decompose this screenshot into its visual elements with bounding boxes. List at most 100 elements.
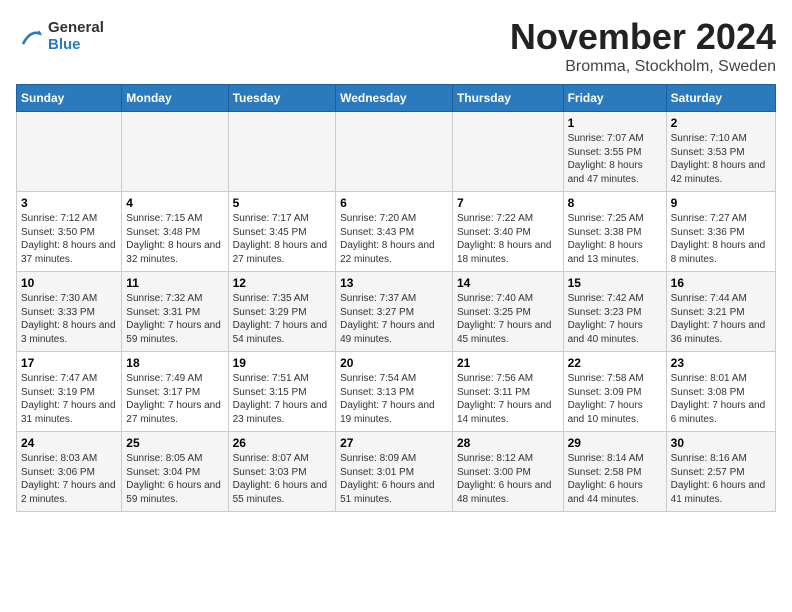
- weekday-header: Sunday: [17, 85, 122, 112]
- day-info: Sunrise: 8:14 AM Sunset: 2:58 PM Dayligh…: [568, 452, 662, 506]
- day-info: Sunrise: 7:47 AM Sunset: 3:19 PM Dayligh…: [21, 372, 117, 426]
- calendar-cell: 2 Sunrise: 7:10 AM Sunset: 3:53 PM Daylig…: [666, 112, 775, 192]
- weekday-header: Wednesday: [336, 85, 453, 112]
- day-number: 6: [340, 196, 448, 210]
- logo-text: General Blue: [48, 20, 104, 53]
- calendar-cell: 16Sunrise: 7:44 AM Sunset: 3:21 PM Dayli…: [666, 272, 775, 352]
- day-info: Sunrise: 7:25 AM Sunset: 3:38 PM Dayligh…: [568, 212, 662, 266]
- day-info: Sunrise: 7:58 AM Sunset: 3:09 PM Dayligh…: [568, 372, 662, 426]
- calendar-cell: 19Sunrise: 7:51 AM Sunset: 3:15 PM Dayli…: [228, 352, 336, 432]
- logo: General Blue: [16, 20, 104, 53]
- calendar-cell: 28 Sunrise: 8:12 AM Sunset: 3:00 PM Dayli…: [452, 432, 563, 512]
- calendar-cell: [228, 112, 336, 192]
- day-info: Sunrise: 8:09 AM Sunset: 3:01 PM Dayligh…: [340, 452, 448, 506]
- day-number: 7: [457, 196, 559, 210]
- day-info: Sunrise: 7:56 AM Sunset: 3:11 PM Dayligh…: [457, 372, 559, 426]
- day-info: Sunrise: 8:12 AM Sunset: 3:00 PM Dayligh…: [457, 452, 559, 506]
- day-number: 22: [568, 356, 662, 370]
- day-info: Sunrise: 7:37 AM Sunset: 3:27 PM Dayligh…: [340, 292, 448, 346]
- day-info: Sunrise: 8:05 AM Sunset: 3:04 PM Dayligh…: [126, 452, 223, 506]
- calendar-cell: 3 Sunrise: 7:12 AM Sunset: 3:50 PM Daylig…: [17, 192, 122, 272]
- calendar-cell: 4Sunrise: 7:15 AM Sunset: 3:48 PM Daylig…: [122, 192, 228, 272]
- calendar-week-row: 1 Sunrise: 7:07 AM Sunset: 3:55 PM Daylig…: [17, 112, 776, 192]
- day-info: Sunrise: 8:03 AM Sunset: 3:06 PM Dayligh…: [21, 452, 117, 506]
- day-info: Sunrise: 7:30 AM Sunset: 3:33 PM Dayligh…: [21, 292, 117, 346]
- calendar-cell: 15 Sunrise: 7:42 AM Sunset: 3:23 PM Dayli…: [563, 272, 666, 352]
- calendar-week-row: 17 Sunrise: 7:47 AM Sunset: 3:19 PM Dayli…: [17, 352, 776, 432]
- day-info: Sunrise: 7:20 AM Sunset: 3:43 PM Dayligh…: [340, 212, 448, 266]
- day-number: 20: [340, 356, 448, 370]
- day-number: 11: [126, 276, 223, 290]
- calendar-cell: [122, 112, 228, 192]
- day-number: 26: [233, 436, 332, 450]
- calendar-cell: [452, 112, 563, 192]
- weekday-header: Monday: [122, 85, 228, 112]
- day-info: Sunrise: 7:10 AM Sunset: 3:53 PM Dayligh…: [671, 132, 771, 186]
- calendar-header: SundayMondayTuesdayWednesdayThursdayFrid…: [17, 85, 776, 112]
- weekday-header: Friday: [563, 85, 666, 112]
- day-number: 17: [21, 356, 117, 370]
- day-info: Sunrise: 7:40 AM Sunset: 3:25 PM Dayligh…: [457, 292, 559, 346]
- calendar-cell: 9Sunrise: 7:27 AM Sunset: 3:36 PM Daylig…: [666, 192, 775, 272]
- day-number: 4: [126, 196, 223, 210]
- page-title: November 2024: [510, 16, 776, 58]
- calendar-cell: 29Sunrise: 8:14 AM Sunset: 2:58 PM Dayli…: [563, 432, 666, 512]
- calendar-table: SundayMondayTuesdayWednesdayThursdayFrid…: [16, 84, 776, 512]
- calendar-cell: 22 Sunrise: 7:58 AM Sunset: 3:09 PM Dayli…: [563, 352, 666, 432]
- calendar-cell: 30 Sunrise: 8:16 AM Sunset: 2:57 PM Dayli…: [666, 432, 775, 512]
- logo-icon: [16, 23, 44, 51]
- page-subtitle: Bromma, Stockholm, Sweden: [510, 58, 776, 76]
- calendar-cell: 25Sunrise: 8:05 AM Sunset: 3:04 PM Dayli…: [122, 432, 228, 512]
- weekday-header: Tuesday: [228, 85, 336, 112]
- header-row: SundayMondayTuesdayWednesdayThursdayFrid…: [17, 85, 776, 112]
- day-number: 5: [233, 196, 332, 210]
- day-info: Sunrise: 7:51 AM Sunset: 3:15 PM Dayligh…: [233, 372, 332, 426]
- calendar-cell: 17 Sunrise: 7:47 AM Sunset: 3:19 PM Dayli…: [17, 352, 122, 432]
- calendar-cell: 12 Sunrise: 7:35 AM Sunset: 3:29 PM Dayli…: [228, 272, 336, 352]
- day-number: 15: [568, 276, 662, 290]
- day-number: 27: [340, 436, 448, 450]
- day-number: 30: [671, 436, 771, 450]
- calendar-cell: 18Sunrise: 7:49 AM Sunset: 3:17 PM Dayli…: [122, 352, 228, 432]
- calendar-cell: 11 Sunrise: 7:32 AM Sunset: 3:31 PM Dayli…: [122, 272, 228, 352]
- calendar-cell: 13 Sunrise: 7:37 AM Sunset: 3:27 PM Dayli…: [336, 272, 453, 352]
- header: General Blue November 2024 Bromma, Stock…: [16, 16, 776, 76]
- calendar-cell: [336, 112, 453, 192]
- calendar-week-row: 3 Sunrise: 7:12 AM Sunset: 3:50 PM Daylig…: [17, 192, 776, 272]
- day-number: 13: [340, 276, 448, 290]
- calendar-cell: 5Sunrise: 7:17 AM Sunset: 3:45 PM Daylig…: [228, 192, 336, 272]
- calendar-cell: 1 Sunrise: 7:07 AM Sunset: 3:55 PM Daylig…: [563, 112, 666, 192]
- day-info: Sunrise: 7:07 AM Sunset: 3:55 PM Dayligh…: [568, 132, 662, 186]
- calendar-cell: 26 Sunrise: 8:07 AM Sunset: 3:03 PM Dayli…: [228, 432, 336, 512]
- day-info: Sunrise: 8:16 AM Sunset: 2:57 PM Dayligh…: [671, 452, 771, 506]
- day-info: Sunrise: 7:42 AM Sunset: 3:23 PM Dayligh…: [568, 292, 662, 346]
- day-number: 3: [21, 196, 117, 210]
- day-number: 23: [671, 356, 771, 370]
- day-number: 12: [233, 276, 332, 290]
- day-number: 8: [568, 196, 662, 210]
- calendar-cell: 27 Sunrise: 8:09 AM Sunset: 3:01 PM Dayli…: [336, 432, 453, 512]
- calendar-cell: 14 Sunrise: 7:40 AM Sunset: 3:25 PM Dayli…: [452, 272, 563, 352]
- weekday-header: Saturday: [666, 85, 775, 112]
- day-info: Sunrise: 8:07 AM Sunset: 3:03 PM Dayligh…: [233, 452, 332, 506]
- calendar-week-row: 24Sunrise: 8:03 AM Sunset: 3:06 PM Dayli…: [17, 432, 776, 512]
- day-number: 10: [21, 276, 117, 290]
- title-block: November 2024 Bromma, Stockholm, Sweden: [510, 16, 776, 76]
- weekday-header: Thursday: [452, 85, 563, 112]
- calendar-cell: 6 Sunrise: 7:20 AM Sunset: 3:43 PM Daylig…: [336, 192, 453, 272]
- day-number: 16: [671, 276, 771, 290]
- calendar-cell: [17, 112, 122, 192]
- day-info: Sunrise: 7:32 AM Sunset: 3:31 PM Dayligh…: [126, 292, 223, 346]
- calendar-week-row: 10 Sunrise: 7:30 AM Sunset: 3:33 PM Dayli…: [17, 272, 776, 352]
- day-number: 9: [671, 196, 771, 210]
- day-number: 1: [568, 116, 662, 130]
- day-number: 28: [457, 436, 559, 450]
- day-number: 14: [457, 276, 559, 290]
- day-info: Sunrise: 7:35 AM Sunset: 3:29 PM Dayligh…: [233, 292, 332, 346]
- day-info: Sunrise: 7:12 AM Sunset: 3:50 PM Dayligh…: [21, 212, 117, 266]
- calendar-body: 1 Sunrise: 7:07 AM Sunset: 3:55 PM Daylig…: [17, 112, 776, 512]
- day-info: Sunrise: 7:49 AM Sunset: 3:17 PM Dayligh…: [126, 372, 223, 426]
- day-info: Sunrise: 7:54 AM Sunset: 3:13 PM Dayligh…: [340, 372, 448, 426]
- calendar-cell: 7Sunrise: 7:22 AM Sunset: 3:40 PM Daylig…: [452, 192, 563, 272]
- day-number: 2: [671, 116, 771, 130]
